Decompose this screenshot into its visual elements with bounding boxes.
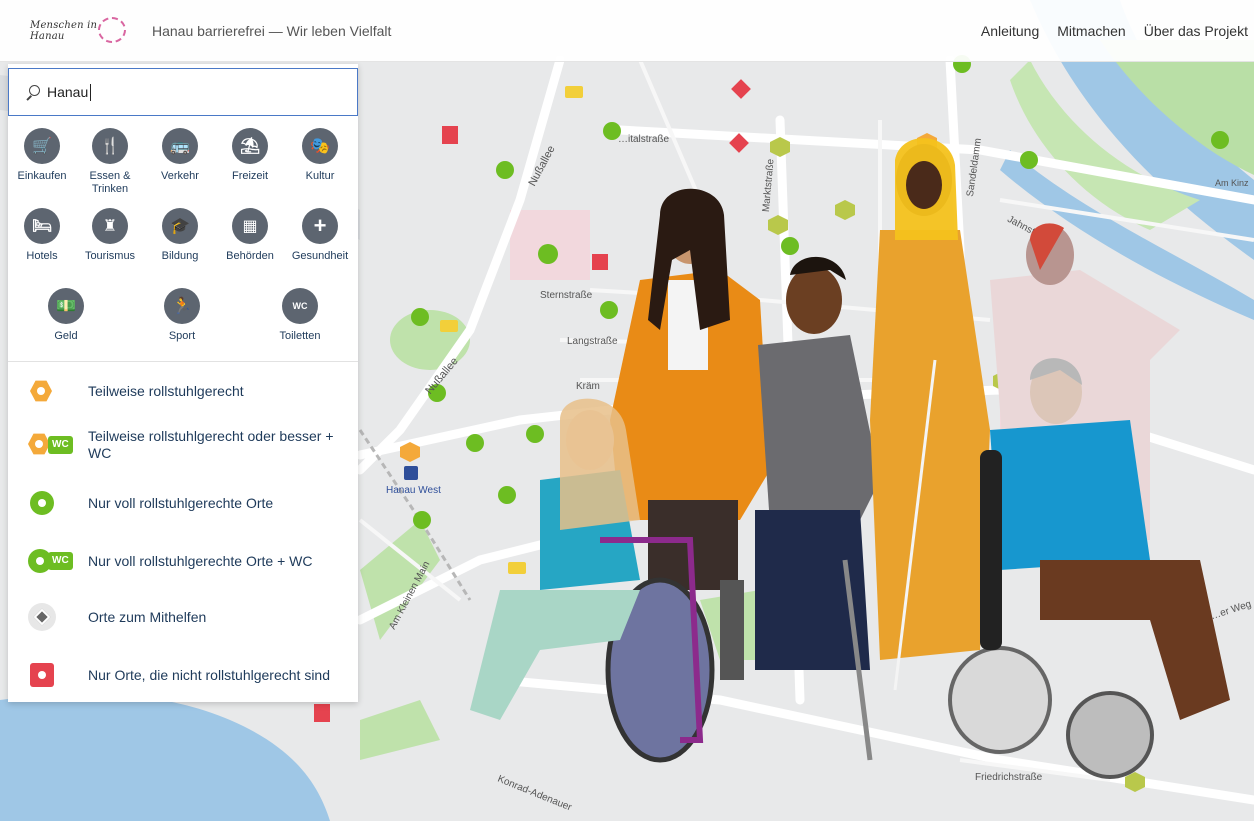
tower-icon: ♜ [92, 208, 128, 244]
green-ring-wc-icon: WC [28, 549, 82, 573]
category-label: Hotels [26, 250, 58, 262]
filter-panel: Hanau 🛒 Einkaufen 🍴 Essen & Trinken 🚌 Ve… [8, 64, 358, 702]
category-kultur[interactable]: 🎭 Kultur [284, 128, 356, 183]
text-caret [90, 83, 92, 101]
grey-diamond-icon [28, 603, 56, 631]
logo[interactable]: Menschen in Hanau [30, 11, 130, 51]
wc-badge: WC [48, 552, 73, 570]
filter-orte-zum-mithelfen[interactable]: Orte zum Mithelfen [8, 592, 358, 642]
category-label: Geld [54, 330, 78, 342]
category-essen-trinken[interactable]: 🍴 Essen & Trinken [74, 128, 146, 196]
shopping-cart-icon: 🛒 [24, 128, 60, 164]
category-tourismus[interactable]: ♜ Tourismus [74, 208, 146, 263]
category-label: Einkaufen [17, 170, 67, 182]
red-square-icon [30, 663, 54, 687]
wc-badge: WC [48, 436, 73, 454]
filter-label: Nur voll rollstuhlgerechte Orte [88, 494, 274, 511]
category-bildung[interactable]: 🎓 Bildung [144, 208, 216, 263]
category-label: Bildung [161, 250, 199, 262]
category-toiletten[interactable]: WC Toiletten [264, 288, 336, 343]
page-title: Hanau barrierefrei — Wir leben Vielfalt [152, 22, 392, 39]
category-grid: 🛒 Einkaufen 🍴 Essen & Trinken 🚌 Verkehr … [8, 116, 358, 362]
category-label: Essen & Trinken [89, 170, 131, 195]
plus-icon: + [302, 208, 338, 244]
category-label: Freizeit [231, 170, 269, 182]
wc-icon: WC [282, 288, 318, 324]
filter-voll-rollstuhlgerecht[interactable]: Nur voll rollstuhlgerechte Orte [8, 478, 358, 528]
orange-hexagon-icon [30, 380, 52, 402]
category-label: Kultur [305, 170, 335, 182]
graduation-cap-icon: 🎓 [162, 208, 198, 244]
orange-hexagon-wc-icon: WC [28, 433, 80, 457]
filter-label: Orte zum Mithelfen [88, 608, 207, 625]
top-navigation-bar: Menschen in Hanau Hanau barrierefrei — W… [0, 0, 1254, 62]
category-behoerden[interactable]: ▦ Behörden [214, 208, 286, 263]
building-icon: ▦ [232, 208, 268, 244]
category-label: Behörden [226, 250, 274, 262]
filter-teilweise-rollstuhlgerecht-wc[interactable]: WC Teilweise rollstuhlgerecht oder besse… [8, 420, 358, 470]
filter-voll-rollstuhlgerecht-wc[interactable]: WC Nur voll rollstuhlgerechte Orte + WC [8, 536, 358, 586]
bed-icon: 🛏 [24, 208, 60, 244]
category-label: Tourismus [84, 250, 136, 262]
leisure-icon: ⛱ [232, 128, 268, 164]
logo-ring-icon [98, 16, 126, 43]
green-ring-icon [30, 491, 54, 515]
bus-icon: 🚌 [162, 128, 198, 164]
category-label: Verkehr [161, 170, 199, 182]
filter-label: Teilweise rollstuhlgerecht oder besser +… [88, 428, 334, 461]
category-einkaufen[interactable]: 🛒 Einkaufen [6, 128, 78, 183]
filter-teilweise-rollstuhlgerecht[interactable]: Teilweise rollstuhlgerecht [8, 366, 358, 416]
search-icon [25, 84, 41, 100]
category-freizeit[interactable]: ⛱ Freizeit [214, 128, 286, 183]
category-geld[interactable]: 💵 Geld [30, 288, 102, 343]
filter-nicht-rollstuhlgerecht[interactable]: Nur Orte, die nicht rollstuhlgerecht sin… [8, 650, 358, 700]
running-icon: 🏃 [164, 288, 200, 324]
category-sport[interactable]: 🏃 Sport [146, 288, 218, 343]
banknote-icon: 💵 [48, 288, 84, 324]
search-input[interactable]: Hanau [8, 68, 358, 116]
nav-link-anleitung[interactable]: Anleitung [981, 23, 1039, 39]
category-hotels[interactable]: 🛏 Hotels [6, 208, 78, 263]
main-nav: Anleitung Mitmachen Über das Projekt [981, 23, 1248, 39]
category-label: Gesundheit [291, 250, 349, 262]
category-label: Toiletten [279, 330, 321, 342]
nav-link-mitmachen[interactable]: Mitmachen [1057, 23, 1125, 39]
filter-label: Teilweise rollstuhlgerecht [88, 382, 244, 399]
search-input-value: Hanau [47, 84, 89, 100]
category-verkehr[interactable]: 🚌 Verkehr [144, 128, 216, 183]
theater-masks-icon: 🎭 [302, 128, 338, 164]
cutlery-icon: 🍴 [92, 128, 128, 164]
filter-label: Nur Orte, die nicht rollstuhlgerecht sin… [88, 666, 330, 683]
filter-label: Nur voll rollstuhlgerechte Orte + WC [88, 552, 313, 569]
nav-link-ueber-das-projekt[interactable]: Über das Projekt [1144, 23, 1248, 39]
category-gesundheit[interactable]: + Gesundheit [284, 208, 356, 263]
category-label: Sport [168, 330, 196, 342]
